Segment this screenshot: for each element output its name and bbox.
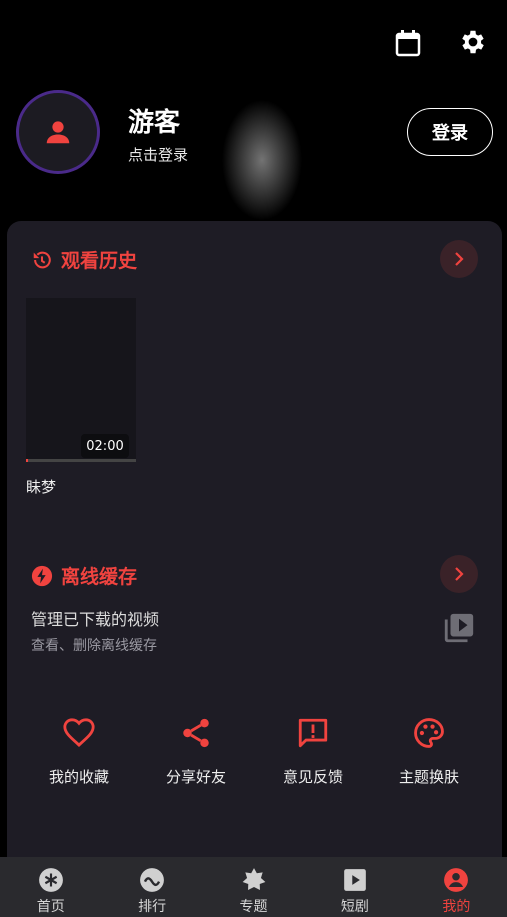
bolt-icon [31,565,53,586]
login-button[interactable]: 登录 [407,108,493,156]
chevron-right-icon [455,567,464,581]
favorites-button[interactable]: 我的收藏 [29,716,129,787]
video-duration: 02:00 [81,434,129,458]
offline-more-button[interactable] [440,555,478,593]
tab-short-drama-label: 短剧 [340,899,369,915]
share-icon [183,718,209,748]
video-title[interactable]: 眛梦 [26,476,56,497]
tab-profile-label: 我的 [442,899,471,915]
history-title: 观看历史 [61,250,138,272]
theme-label: 主题换肤 [398,768,459,786]
offline-title: 离线缓存 [61,566,138,588]
ranking-icon [140,868,165,892]
tab-ranking[interactable]: 排行 [101,857,202,917]
video-library-icon[interactable] [441,610,477,646]
tab-home-label: 首页 [36,899,65,915]
avatar[interactable] [16,90,100,174]
favorites-label: 我的收藏 [48,768,109,786]
heart-icon [63,718,95,747]
calendar-icon[interactable] [393,28,423,58]
user-icon [46,121,70,144]
topic-icon [242,868,265,890]
history-icon [33,251,51,268]
offline-section-title[interactable]: 离线缓存 [31,562,137,589]
feedback-button[interactable]: 意见反馈 [263,716,363,787]
share-button[interactable]: 分享好友 [146,716,246,787]
offline-subtext: 查看、删除离线缓存 [31,638,157,654]
theme-button[interactable]: 主题换肤 [379,716,479,787]
video-progress-fill [26,459,29,462]
tab-home[interactable]: 首页 [0,857,101,917]
tab-short-drama[interactable]: 短剧 [304,857,405,917]
username[interactable]: 游客 [128,102,180,139]
chevron-right-icon [455,252,464,266]
tab-profile[interactable]: 我的 [406,857,507,917]
tab-topic[interactable]: 专题 [203,857,304,917]
offline-description[interactable]: 管理已下载的视频 [31,606,159,630]
video-progress-bar [26,459,136,462]
palette-icon [414,718,444,748]
tab-ranking-label: 排行 [138,899,167,915]
play-icon [344,869,366,891]
gear-icon[interactable] [457,26,489,58]
history-section-title[interactable]: 观看历史 [31,246,137,273]
profile-icon [444,868,469,892]
share-label: 分享好友 [165,768,226,786]
feedback-icon [298,718,328,748]
bottom-tab-bar: 首页 排行 专题 短剧 我的 [0,857,507,917]
login-hint[interactable]: 点击登录 [128,144,188,165]
history-more-button[interactable] [440,240,478,278]
tab-topic-label: 专题 [239,899,268,915]
feedback-label: 意见反馈 [282,768,343,786]
home-icon [38,868,63,892]
